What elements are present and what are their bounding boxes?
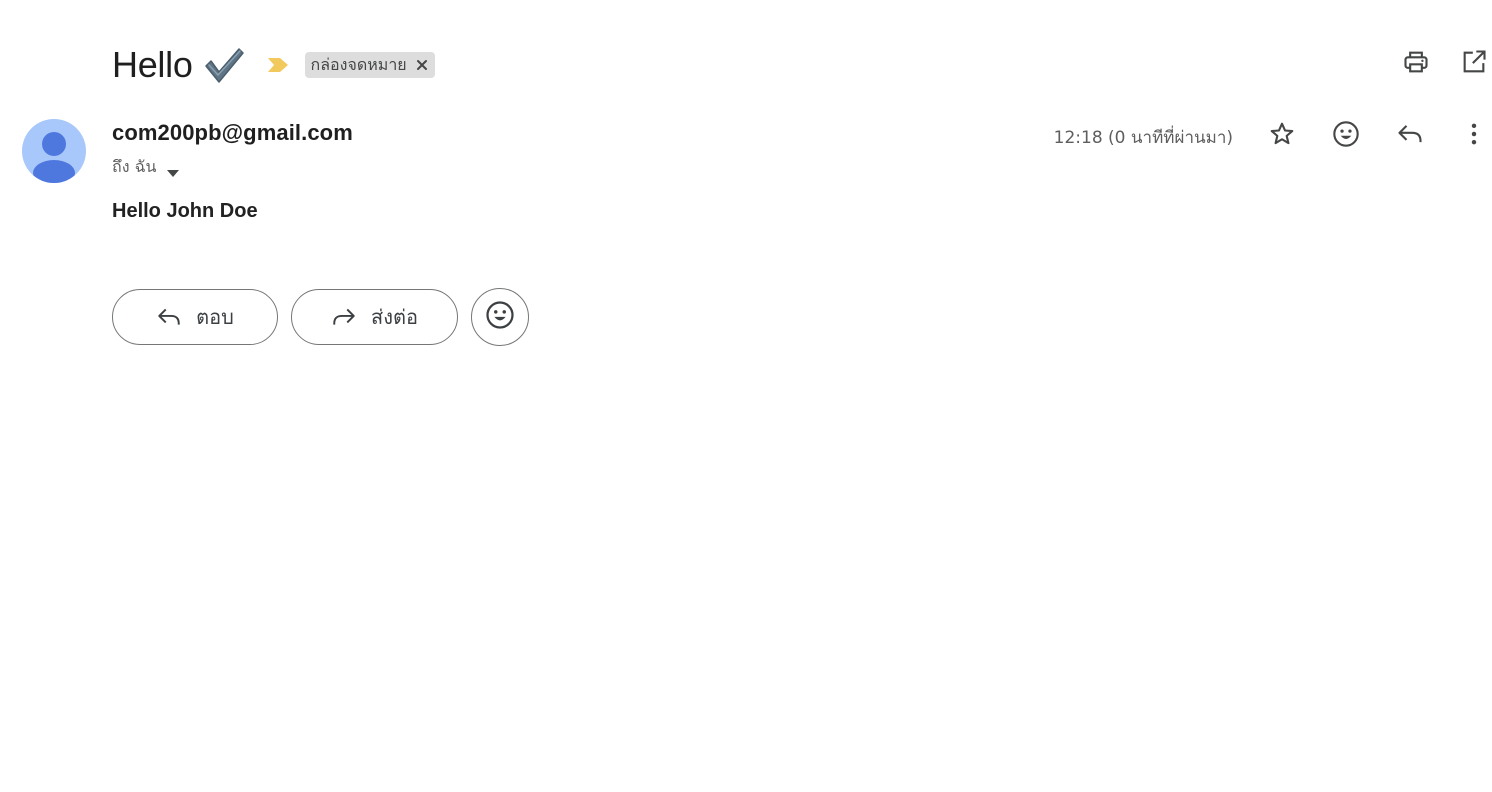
print-icon[interactable] bbox=[1402, 48, 1430, 76]
reply-icon bbox=[156, 304, 182, 330]
email-view: Hello กล่องจดหมาย com200pb@gmail.com ถึง… bbox=[0, 0, 1492, 792]
email-body: Hello John Doe bbox=[112, 200, 258, 222]
recipient-label: ถึง ฉัน bbox=[112, 157, 157, 176]
chevron-down-icon bbox=[166, 163, 180, 177]
reply-button[interactable]: ตอบ bbox=[112, 289, 278, 345]
message-timestamp: 12:18 (0 นาทีที่ผ่านมา) bbox=[1053, 128, 1233, 148]
avatar[interactable] bbox=[22, 119, 86, 183]
star-icon[interactable] bbox=[1268, 120, 1296, 148]
thread-toolbar bbox=[1402, 48, 1488, 76]
emoji-icon[interactable] bbox=[1332, 120, 1360, 148]
reply-icon[interactable] bbox=[1396, 120, 1424, 148]
label-chip-text: กล่องจดหมาย bbox=[310, 54, 407, 74]
check-mark-icon bbox=[203, 44, 245, 86]
subject-row: Hello กล่องจดหมาย bbox=[112, 38, 435, 92]
add-reaction-button[interactable] bbox=[471, 288, 529, 346]
importance-marker-icon[interactable] bbox=[267, 56, 289, 74]
close-icon[interactable] bbox=[415, 58, 429, 72]
sender-email[interactable]: com200pb@gmail.com bbox=[112, 120, 353, 146]
forward-button[interactable]: ส่งต่อ bbox=[291, 289, 458, 345]
forward-button-label: ส่งต่อ bbox=[371, 305, 418, 329]
open-in-new-icon[interactable] bbox=[1460, 48, 1488, 76]
recipient-details-toggle[interactable]: ถึง ฉัน bbox=[112, 155, 180, 180]
reply-button-label: ตอบ bbox=[196, 305, 234, 329]
email-subject: Hello bbox=[112, 44, 193, 85]
bottom-actions: ตอบ ส่งต่อ bbox=[112, 288, 529, 346]
forward-icon bbox=[331, 304, 357, 330]
more-vert-icon[interactable] bbox=[1460, 120, 1488, 148]
add-reaction-icon bbox=[485, 300, 515, 335]
message-actions bbox=[1268, 120, 1488, 148]
label-chip: กล่องจดหมาย bbox=[304, 52, 435, 78]
